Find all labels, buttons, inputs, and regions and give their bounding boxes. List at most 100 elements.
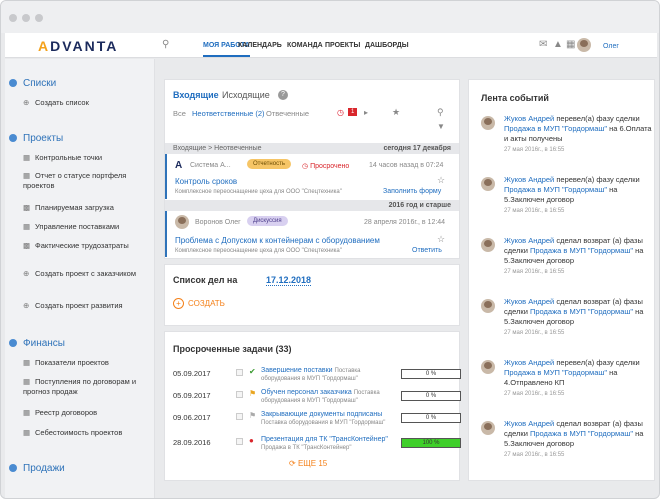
sidebar-item-control-points[interactable]: ▦ Контрольные точки	[23, 153, 102, 163]
tab-outgoing[interactable]: Исходящие	[222, 90, 270, 100]
filter-all[interactable]: Все	[173, 109, 186, 118]
more-label: ЕЩЕ 15	[297, 459, 328, 468]
star-icon[interactable]: ☆	[437, 234, 445, 245]
feed-deal-link[interactable]: Продажа в МУП "Гордормаш"	[530, 246, 633, 255]
todo-date[interactable]: 17.12.2018	[266, 275, 312, 286]
create-dev-project-link[interactable]: ⊕ Создать проект развития	[23, 301, 123, 311]
task-checkbox[interactable]	[236, 369, 243, 376]
section-projects[interactable]: Проекты	[9, 133, 63, 144]
task-link[interactable]: Закрывающие документы подписаны Поставка…	[261, 411, 396, 427]
reply-link[interactable]: Ответить	[412, 247, 442, 254]
user-name[interactable]: Олег	[603, 43, 619, 50]
window-dot[interactable]	[9, 14, 17, 22]
sidebar-item-contract-register[interactable]: ▦ Реестр договоров	[23, 408, 97, 418]
create-list-link[interactable]: ⊕ Создать список	[23, 98, 89, 108]
task-link[interactable]: Завершение поставки Поставка оборудовани…	[261, 367, 396, 383]
search-icon[interactable]: ⚲	[437, 107, 444, 118]
message-title[interactable]: Контроль сроков	[175, 177, 237, 186]
nav-dashboards[interactable]: ДАШБОРДЫ	[365, 42, 409, 49]
sidebar-item-project-cost[interactable]: ▦ Себестоимость проектов	[23, 428, 122, 438]
star-icon[interactable]: ★	[392, 107, 400, 118]
nav-calendar[interactable]: КАЛЕНДАРЬ	[238, 42, 282, 49]
feed-item: Жуков Андрей сделал возврат (а) фазы сде…	[469, 297, 654, 353]
group-header: Входящие > Неотвеченные сегодня 17 декаб…	[165, 143, 459, 154]
feed-user-link[interactable]: Жуков Андрей	[504, 175, 554, 184]
messages-icon[interactable]: ▦	[566, 39, 575, 50]
like-icon[interactable]: ▲	[553, 39, 563, 50]
task-checkbox[interactable]	[236, 438, 243, 445]
fill-form-link[interactable]: Заполнить форму	[383, 188, 441, 195]
reply-icon[interactable]: ▸	[364, 108, 368, 117]
progress-value: 100 %	[422, 440, 440, 446]
window-dot[interactable]	[22, 14, 30, 22]
task-date: 05.09.2017	[173, 391, 211, 400]
message-item[interactable]: A Система А... Отчетность ◷ Просрочено 1…	[165, 154, 459, 199]
avatar[interactable]	[481, 116, 495, 130]
section-finance[interactable]: Финансы	[9, 338, 65, 349]
message-item[interactable]: Воронов Олег Дискуссия 28 апреля 2016г.,…	[165, 211, 459, 257]
section-title: Проекты	[23, 133, 64, 144]
message-title[interactable]: Проблема с Допуском к контейнерам с обор…	[175, 236, 380, 245]
feed-user-link[interactable]: Жуков Андрей	[504, 297, 554, 306]
overdue-task-row[interactable]: 09.06.2017 ⚑ Закрывающие документы подписа…	[165, 410, 461, 430]
tab-incoming[interactable]: Входящие	[173, 90, 219, 100]
sidebar-item-actual-labor[interactable]: ▩ Фактические трудозатраты	[23, 241, 129, 251]
create-task-button[interactable]: + СОЗДАТЬ	[173, 298, 225, 309]
overdue-task-row[interactable]: 05.09.2017 ⚑ Обучен персонал заказчика Пос…	[165, 388, 461, 408]
window-dot[interactable]	[35, 14, 43, 22]
sidebar-item-supply-management[interactable]: ▦ Управление поставками	[23, 222, 119, 232]
help-icon[interactable]: ?	[278, 90, 288, 100]
sidebar-item-portfolio-report[interactable]: ▦ Отчет о статусе портфеля проектов	[23, 171, 148, 191]
user-avatar[interactable]	[577, 38, 591, 52]
task-checkbox[interactable]	[236, 413, 243, 420]
sidebar-item-receipts-forecast[interactable]: ▦ Поступления по договорам и прогноз прод…	[23, 377, 143, 397]
nav-projects[interactable]: ПРОЕКТЫ	[325, 42, 360, 49]
alarm-icon[interactable]: ◷	[337, 108, 344, 117]
avatar[interactable]	[481, 177, 495, 191]
feed-user-link[interactable]: Жуков Андрей	[504, 114, 554, 123]
table-icon: ▦	[23, 377, 31, 386]
overdue-task-row[interactable]: 05.09.2017 ✔ Завершение поставки Поставка …	[165, 366, 461, 386]
feed-deal-link[interactable]: Продажа в МУП "Гордормаш"	[530, 307, 633, 316]
task-link[interactable]: Презентация для ТК "ТрансКонтейнер" Прод…	[261, 436, 396, 452]
create-customer-project-link[interactable]: ⊕ Создать проект с заказчиком	[23, 269, 141, 279]
nav-team[interactable]: КОМАНДА	[287, 42, 323, 49]
avatar[interactable]	[481, 360, 495, 374]
task-checkbox[interactable]	[236, 391, 243, 398]
task-title: Презентация для ТК "ТрансКонтейнер"	[261, 436, 388, 443]
avatar[interactable]	[481, 299, 495, 313]
feed-action: перевел(а) фазу сделки	[554, 175, 640, 184]
sidebar-item-planned-load[interactable]: ▩ Планируемая загрузка	[23, 203, 114, 213]
feed-user-link[interactable]: Жуков Андрей	[504, 236, 554, 245]
avatar[interactable]	[481, 421, 495, 435]
feed-date: 27 мая 2016г., в 16:55	[504, 452, 565, 458]
logo-text: DVANTA	[50, 38, 119, 54]
feed-date: 27 мая 2016г., в 16:55	[504, 330, 565, 336]
feed-user-link[interactable]: Жуков Андрей	[504, 419, 554, 428]
status-badge: Отчетность	[247, 159, 291, 169]
mail-icon[interactable]: ✉	[539, 39, 547, 50]
feed-item: Жуков Андрей перевел(а) фазу сделки Прод…	[469, 175, 654, 231]
feed-deal-link[interactable]: Продажа в МУП "Гордормаш"	[504, 368, 607, 377]
filter-unanswered[interactable]: Неответственные (2)	[192, 109, 265, 118]
section-lists[interactable]: Списки	[9, 78, 56, 89]
logo[interactable]: ADVANTA	[38, 38, 118, 54]
feed-deal-link[interactable]: Продажа в МУП "Гордормаш"	[530, 429, 633, 438]
more-button[interactable]: ⟳ ЕЩЕ 15	[289, 459, 327, 468]
feed-user-link[interactable]: Жуков Андрей	[504, 358, 554, 367]
filter-icon[interactable]: ▼	[437, 122, 445, 131]
section-sales[interactable]: Продажи	[9, 463, 65, 474]
sidebar-item-label: Создать проект развития	[35, 301, 123, 310]
feed-deal-link[interactable]: Продажа в МУП "Гордормаш"	[504, 185, 607, 194]
app-window: ADVANTA ⚲ МОЯ РАБОТА КАЛЕНДАРЬ КОМАНДА П…	[0, 0, 660, 499]
chart-icon: ▩	[23, 203, 31, 212]
section-title: Продажи	[23, 463, 65, 474]
star-icon[interactable]: ☆	[437, 175, 445, 186]
overdue-task-row[interactable]: 28.09.2016 ● Презентация для ТК "ТрансКонт…	[165, 435, 461, 455]
sidebar-item-project-metrics[interactable]: ▦ Показатели проектов	[23, 358, 109, 368]
filter-answered[interactable]: Отвеченные	[266, 109, 309, 118]
avatar[interactable]	[481, 238, 495, 252]
search-icon[interactable]: ⚲	[162, 39, 169, 50]
feed-deal-link[interactable]: Продажа в МУП "Гордормаш"	[504, 124, 607, 133]
task-link[interactable]: Обучен персонал заказчика Поставка обору…	[261, 389, 396, 405]
